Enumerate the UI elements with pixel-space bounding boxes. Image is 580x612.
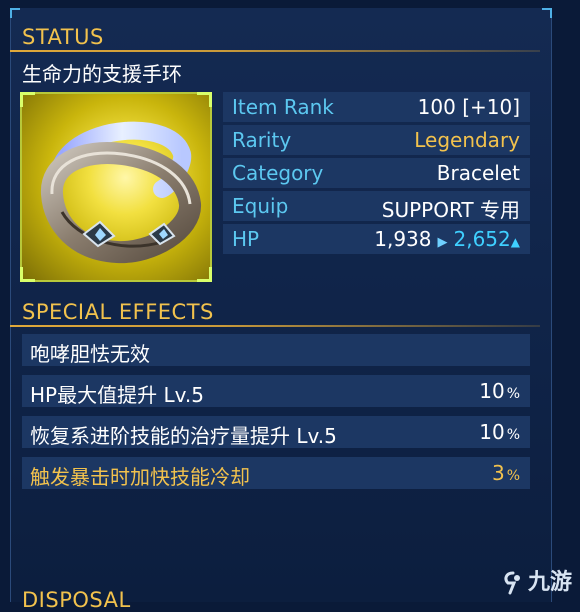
stat-value: Bracelet (436, 161, 520, 185)
stat-value: SUPPORT 专用 (381, 198, 520, 222)
increase-arrow-icon: ▲ (510, 235, 520, 249)
arrow-right-icon: ▶ (437, 235, 448, 250)
effect-value: 3% (491, 461, 520, 485)
hp-new-value: 2,652 (453, 227, 511, 251)
status-section-divider (10, 50, 540, 52)
panel-corner-top-left (10, 8, 20, 18)
stat-label: HP (232, 227, 260, 251)
special-effects-divider (10, 325, 540, 327)
watermark-text: 九游 (527, 570, 572, 595)
effect-row: HP最大值提升 Lv.5 10% (22, 375, 530, 407)
effect-label: 恢复系进阶技能的治疗量提升 Lv.5 (30, 424, 337, 448)
hp-current-value: 1,938 (374, 227, 432, 251)
effect-label: 触发暴击时加快技能冷却 (30, 465, 250, 489)
stat-value: 100 [+10] (417, 95, 520, 119)
stat-row-item-rank: Item Rank 100 [+10] (223, 92, 530, 122)
stat-label: Category (232, 161, 324, 185)
stat-label: Item Rank (232, 95, 334, 119)
stat-label: Equip (232, 194, 289, 218)
effect-row: 咆哮胆怯无效 (22, 334, 530, 366)
stat-row-category: Category Bracelet (223, 158, 530, 188)
item-name: 生命力的支援手环 (22, 62, 182, 86)
effect-row-highlighted: 触发暴击时加快技能冷却 3% (22, 457, 530, 489)
panel-corner-top-right (542, 8, 552, 18)
hp-comparison: 1,938 ▶ 2,652▲ (374, 227, 520, 251)
effect-value: 10% (479, 420, 520, 444)
nine-game-logo-icon (504, 571, 520, 595)
effect-row: 恢复系进阶技能的治疗量提升 Lv.5 10% (22, 416, 530, 448)
stat-row-rarity: Rarity Legendary (223, 125, 530, 155)
effect-label: 咆哮胆怯无效 (30, 342, 150, 366)
special-effects-section-title: SPECIAL EFFECTS (22, 300, 214, 324)
stat-value: Legendary (414, 128, 520, 152)
watermark: 九游 (502, 564, 572, 596)
stat-row-equip: Equip SUPPORT 专用 (223, 191, 530, 222)
disposal-section-title: DISPOSAL (22, 588, 131, 612)
status-section-title: STATUS (22, 25, 104, 49)
effect-label: HP最大值提升 Lv.5 (30, 383, 204, 407)
stat-row-hp: HP 1,938 ▶ 2,652▲ (223, 224, 530, 254)
stat-label: Rarity (232, 128, 292, 152)
effect-value: 10% (479, 379, 520, 403)
item-icon-frame (20, 92, 212, 282)
bracelet-icon (41, 121, 201, 264)
